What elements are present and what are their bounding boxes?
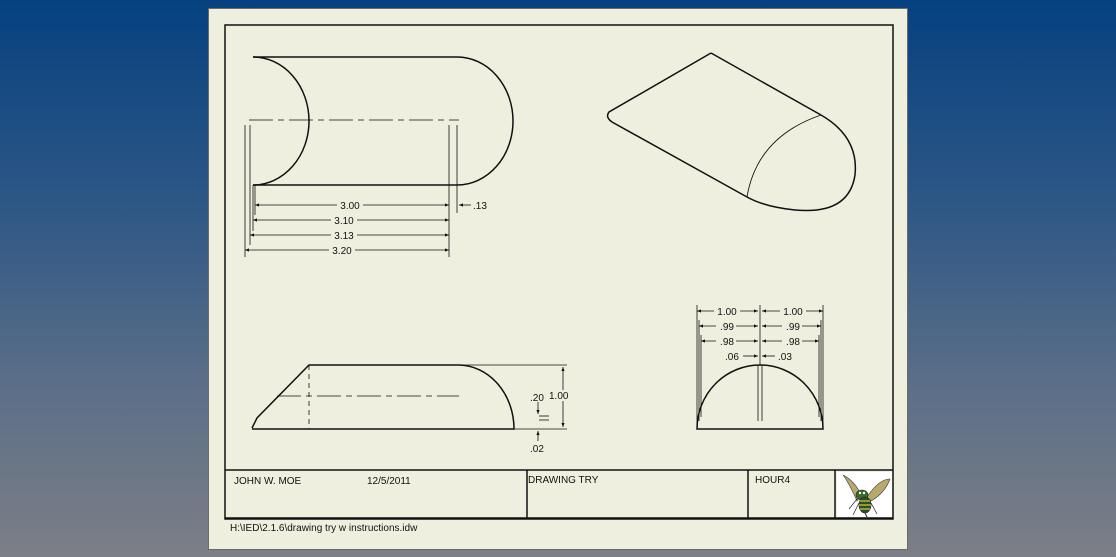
- dim-02: .02: [530, 444, 544, 455]
- dim-20: .20: [530, 393, 544, 404]
- dim-3-20: 3.20: [332, 246, 352, 257]
- drawing-canvas: 3.00 3.10 3.13 3.20 .13 1.00 .20 .02 1.0…: [224, 24, 894, 520]
- isometric-view: [606, 52, 857, 212]
- hornet-logo: [837, 472, 892, 518]
- file-path: H:\IED\2.1.6\drawing try w instructions.…: [230, 523, 418, 534]
- dim-13: .13: [473, 201, 487, 212]
- class-period: HOUR4: [755, 475, 791, 486]
- dim-side-right-99: .99: [786, 322, 800, 333]
- front-view: [251, 364, 567, 441]
- drawing-date: 12/5/2011: [367, 476, 411, 487]
- drawing-title: DRAWING TRY: [528, 475, 599, 486]
- dim-side-right-98: .98: [786, 337, 800, 348]
- dim-3-00: 3.00: [340, 201, 360, 212]
- top-view-dimensions: 3.00 3.10 3.13 3.20 .13: [329, 200, 487, 257]
- dim-side-left-98: .98: [720, 337, 734, 348]
- dim-3-13: 3.13: [334, 231, 354, 242]
- dim-3-10: 3.10: [334, 216, 354, 227]
- front-view-dimensions: 1.00 .20 .02: [530, 390, 570, 455]
- side-view: [696, 305, 824, 430]
- author-name: JOHN W. MOE: [234, 476, 302, 487]
- dim-side-06: .06: [725, 352, 739, 363]
- dim-side-left-99: .99: [720, 322, 734, 333]
- dim-side-left-1-00: 1.00: [717, 307, 737, 318]
- dim-side-03: .03: [778, 352, 792, 363]
- top-view: [244, 56, 514, 257]
- dim-height-1-00: 1.00: [549, 391, 569, 402]
- dim-side-right-1-00: 1.00: [783, 307, 803, 318]
- drawing-sheet: 3.00 3.10 3.13 3.20 .13 1.00 .20 .02 1.0…: [208, 8, 908, 550]
